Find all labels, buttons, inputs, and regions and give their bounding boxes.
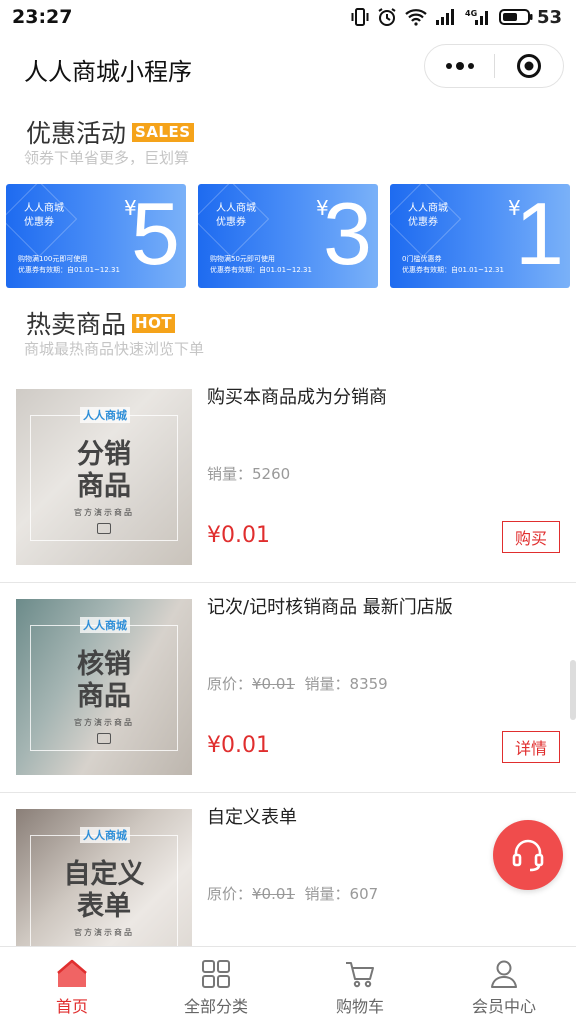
original-price: ¥0.01 [252, 675, 295, 693]
coupon-card[interactable]: 人人商城 优惠券 ¥ 3 购物满50元即可使用 优惠券有效期：自01.01~12.3… [198, 184, 378, 288]
more-button[interactable] [425, 45, 494, 87]
sales-badge: SALES [132, 122, 194, 142]
promo-subtitle: 领券下单省更多，巨划算 [24, 149, 190, 167]
home-icon [57, 959, 87, 987]
coupon-condition: 购物满100元即可使用 优惠券有效期：自01.01~12.31 [18, 255, 120, 274]
status-time: 23:27 [12, 6, 73, 28]
thumb-brand: 人人商城 [80, 407, 130, 423]
coupon-amount: 5 [131, 184, 180, 283]
thumb-line2: 商品 [77, 471, 131, 502]
coupon-card[interactable]: 人人商城 优惠券 ¥ 5 购物满100元即可使用 优惠券有效期：自01.01~12.… [6, 184, 186, 288]
grid-icon [202, 960, 230, 988]
battery: 53 [498, 6, 562, 28]
product-meta: 原价：¥0.01 销量：8359 [207, 673, 388, 694]
sales-count: 5260 [252, 465, 291, 483]
product-price: ¥0.01 [207, 733, 270, 758]
thumb-line2: 商品 [77, 681, 131, 712]
buy-button[interactable]: 购买 [502, 521, 560, 553]
sales-count: 607 [349, 885, 379, 903]
target-close-icon [516, 54, 541, 78]
sales-label: 销量： [304, 885, 350, 903]
product-item[interactable]: 人人商城 分销 商品 官方演示商品 购买本商品成为分销商 销量：5260 ¥0.… [0, 373, 576, 583]
bag-icon [97, 523, 111, 534]
signal-icon [435, 9, 454, 25]
dot-icon [455, 62, 464, 70]
hot-title: 热卖商品 [26, 310, 127, 339]
battery-icon [498, 9, 533, 25]
sales-label: 销量： [304, 675, 350, 693]
coupon-card[interactable]: 人人商城 优惠券 ¥ 1 0门槛优惠券 优惠券有效期：自01.01~12.31 [390, 184, 570, 288]
product-item[interactable]: 人人商城 核销 商品 官方演示商品 记次/记时核销商品 最新门店版 原价：¥0.… [0, 583, 576, 793]
tab-member[interactable]: 会员中心 [432, 947, 576, 1024]
thumb-caption: 官方演示商品 [74, 718, 134, 727]
product-price: ¥0.01 [207, 523, 270, 548]
wifi-icon [405, 9, 427, 26]
scroll-indicator [570, 660, 576, 720]
battery-level: 53 [536, 6, 562, 28]
product-name[interactable]: 记次/记时核销商品 最新门店版 [207, 593, 453, 619]
vibrate-icon [351, 8, 369, 26]
promo-title: 优惠活动 [26, 119, 127, 148]
thumb-line1: 核销 [77, 649, 131, 680]
product-meta: 销量：5260 [207, 463, 290, 484]
coupon-title: 人人商城 优惠券 [216, 203, 256, 228]
product-meta: 原价：¥0.01 销量：607 [207, 883, 378, 904]
hot-heading: 热卖商品 HOT [26, 305, 176, 341]
status-icons: 4G 53 [351, 7, 562, 28]
tab-cart[interactable]: 购物车 [288, 947, 432, 1024]
product-name[interactable]: 购买本商品成为分销商 [207, 383, 387, 409]
page-title: 人人商城小程序 [24, 58, 192, 86]
details-button[interactable]: 详情 [502, 731, 560, 763]
dot-icon [467, 63, 474, 69]
thumb-caption: 官方演示商品 [74, 928, 134, 937]
dot-icon [445, 63, 452, 69]
thumb-line1: 分销 [77, 439, 131, 470]
signal-4g-icon: 4G [465, 9, 488, 25]
thumb-line2: 表单 [77, 891, 131, 922]
original-price-label: 原价： [207, 885, 253, 903]
title-bar: 人人商城小程序 [0, 38, 576, 98]
hot-badge: HOT [132, 313, 176, 333]
tab-home[interactable]: 首页 [0, 947, 144, 1024]
product-name[interactable]: 自定义表单 [207, 803, 297, 829]
headset-icon [512, 839, 544, 872]
user-icon [491, 960, 517, 988]
thumb-brand: 人人商城 [80, 827, 130, 843]
tab-label: 首页 [55, 997, 88, 1016]
status-bar: 23:27 4G 53 [0, 0, 576, 34]
coupon-title: 人人商城 优惠券 [408, 203, 448, 228]
cart-icon [346, 962, 374, 988]
thumb-brand: 人人商城 [80, 617, 130, 633]
tab-label: 全部分类 [183, 997, 248, 1016]
tab-label: 会员中心 [471, 997, 536, 1016]
product-thumbnail[interactable]: 人人商城 核销 商品 官方演示商品 [16, 599, 192, 775]
product-thumbnail[interactable]: 人人商城 分销 商品 官方演示商品 [16, 389, 192, 565]
tab-categories[interactable]: 全部分类 [144, 947, 288, 1024]
coupon-amount: 3 [323, 184, 372, 283]
thumb-caption: 官方演示商品 [74, 508, 134, 517]
bag-icon [97, 733, 111, 744]
alarm-icon [378, 8, 396, 26]
original-price-label: 原价： [207, 675, 253, 693]
miniprogram-capsule [424, 44, 564, 88]
coupon-title: 人人商城 优惠券 [24, 203, 64, 228]
close-miniprogram-button[interactable] [495, 45, 563, 87]
tab-bar: 首页 全部分类 购物车 会员中心 [0, 946, 576, 1024]
coupon-condition: 0门槛优惠券 优惠券有效期：自01.01~12.31 [402, 255, 504, 274]
original-price: ¥0.01 [252, 885, 295, 903]
tab-label: 购物车 [335, 997, 384, 1016]
thumb-line1: 自定义 [63, 859, 145, 890]
svg-text:4G: 4G [465, 9, 477, 18]
sales-label: 销量： [207, 465, 253, 483]
coupon-amount: 1 [515, 184, 564, 283]
coupon-condition: 购物满50元即可使用 优惠券有效期：自01.01~12.31 [210, 255, 312, 274]
hot-subtitle: 商城最热商品快速浏览下单 [24, 340, 205, 358]
promo-heading: 优惠活动 SALES [26, 114, 194, 150]
sales-count: 8359 [349, 675, 388, 693]
customer-service-button[interactable] [493, 820, 563, 890]
